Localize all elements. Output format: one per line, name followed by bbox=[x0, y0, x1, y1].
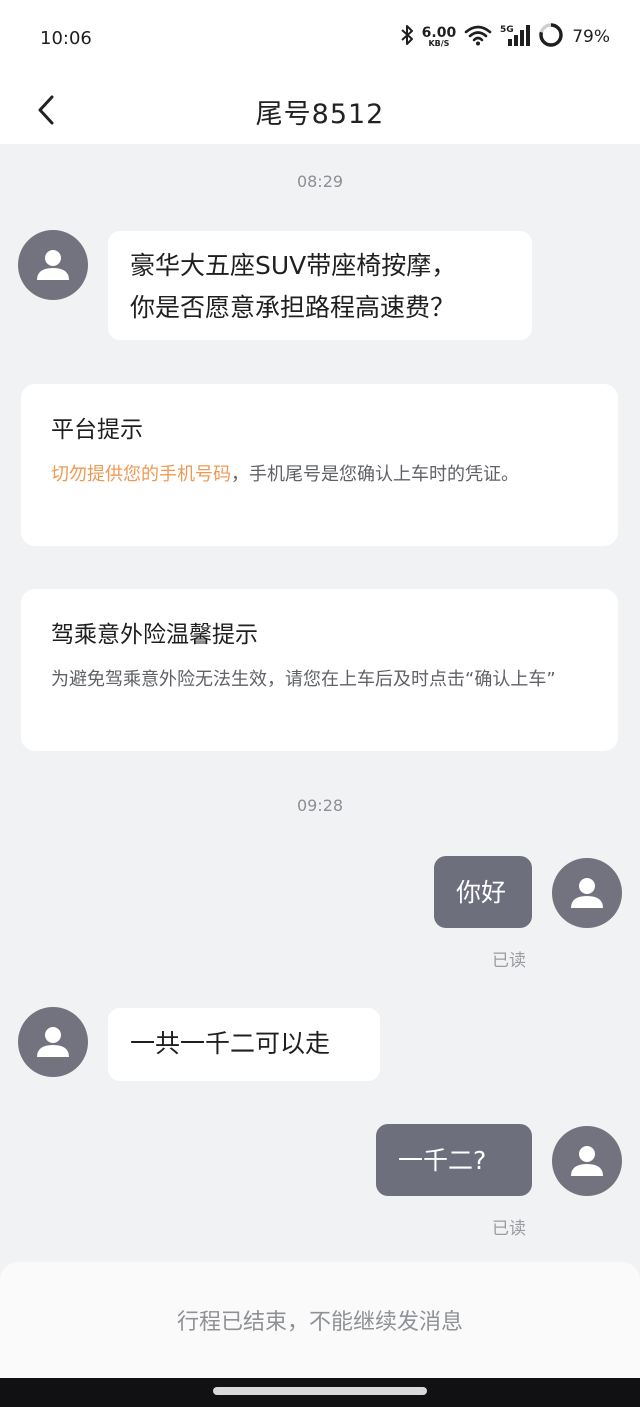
message-timestamp: 09:28 bbox=[296, 796, 344, 815]
battery-ring-icon bbox=[538, 22, 564, 52]
user-icon bbox=[37, 250, 69, 280]
message-text-line: 你是否愿意承担路程高速费？ bbox=[130, 293, 456, 322]
wifi-icon bbox=[464, 24, 492, 50]
home-gesture-handle[interactable] bbox=[213, 1387, 427, 1395]
notice-title: 平台提示 bbox=[51, 417, 143, 443]
outgoing-message[interactable]: 一千二? bbox=[376, 1124, 532, 1196]
network-speed-unit: KB/S bbox=[428, 39, 450, 48]
page-title: 尾号8512 bbox=[255, 99, 385, 130]
cellular-signal-icon: 5G bbox=[500, 23, 531, 51]
insurance-notice-card: 驾乘意外险温馨提示 为避免驾乘意外险无法生效，请您在上车后及时点击“确认上车” bbox=[21, 589, 618, 751]
network-speed: 6.00 KB/S bbox=[422, 26, 457, 48]
driver-avatar[interactable] bbox=[18, 230, 88, 300]
notice-title: 驾乘意外险温馨提示 bbox=[51, 622, 258, 648]
read-receipt: 已读 bbox=[492, 1219, 526, 1239]
system-gesture-bar bbox=[0, 1378, 640, 1407]
network-speed-value: 6.00 bbox=[421, 25, 457, 41]
notice-highlight: 切勿提供您的手机号码 bbox=[51, 464, 231, 485]
notice-body: 切勿提供您的手机号码，手机尾号是您确认上车时的凭证。 bbox=[51, 458, 588, 492]
message-timestamp: 08:29 bbox=[296, 172, 344, 191]
user-icon bbox=[571, 1146, 603, 1176]
incoming-message[interactable]: 一共一千二可以走 bbox=[108, 1008, 380, 1081]
incoming-message[interactable]: 豪华大五座SUV带座椅按摩， 你是否愿意承担路程高速费？ bbox=[108, 231, 532, 340]
user-avatar[interactable] bbox=[552, 858, 622, 928]
status-time: 10:06 bbox=[40, 28, 92, 49]
notice-body-text: ，手机尾号是您确认上车时的凭证。 bbox=[231, 464, 519, 485]
platform-notice-card: 平台提示 切勿提供您的手机号码，手机尾号是您确认上车时的凭证。 bbox=[21, 384, 618, 546]
bluetooth-icon bbox=[400, 24, 414, 50]
driver-avatar[interactable] bbox=[18, 1007, 88, 1077]
user-icon bbox=[37, 1027, 69, 1057]
notice-body: 为避免驾乘意外险无法生效，请您在上车后及时点击“确认上车” bbox=[51, 669, 556, 690]
trip-ended-notice: 行程已结束，不能继续发消息 bbox=[176, 1310, 463, 1335]
header-bar: 尾号8512 bbox=[0, 76, 640, 144]
status-bar: 10:06 6.00 KB/S 5G 79% bbox=[0, 0, 640, 76]
outgoing-message[interactable]: 你好 bbox=[434, 856, 532, 928]
user-icon bbox=[571, 878, 603, 908]
battery-percent: 79% bbox=[572, 27, 610, 47]
user-avatar[interactable] bbox=[552, 1126, 622, 1196]
message-text-line: 豪华大五座SUV带座椅按摩， bbox=[130, 251, 457, 280]
chat-disabled-footer: 行程已结束，不能继续发消息 bbox=[0, 1262, 640, 1378]
status-icons: 6.00 KB/S 5G 79% bbox=[400, 22, 610, 52]
network-type-label: 5G bbox=[500, 25, 514, 35]
read-receipt: 已读 bbox=[492, 951, 526, 971]
